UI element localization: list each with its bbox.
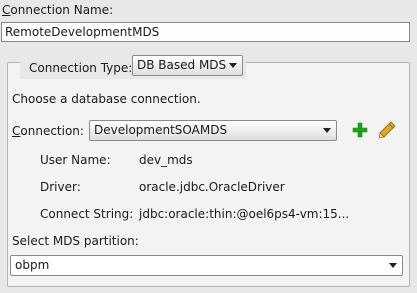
connection-label-rest: onnection: — [20, 124, 84, 138]
plus-icon[interactable] — [352, 122, 368, 138]
driver-label: Driver: — [40, 180, 81, 194]
pencil-icon[interactable] — [378, 121, 396, 139]
connection-type-label: Connection Type: — [29, 61, 133, 75]
connection-type-dropdown[interactable]: DB Based MDS — [132, 55, 243, 76]
connection-dropdown[interactable]: DevelopmentSOAMDS — [89, 120, 337, 141]
mds-partition-dropdown[interactable]: obpm — [10, 255, 403, 276]
connection-name-label: Connection Name: — [2, 3, 113, 17]
chevron-down-icon — [389, 263, 397, 268]
connection-label: Connection: — [12, 124, 84, 138]
connect-string-label: Connect String: — [40, 207, 134, 221]
connection-value: DevelopmentSOAMDS — [94, 123, 228, 137]
mds-partition-value: obpm — [15, 258, 50, 272]
connect-string-value: jdbc:oracle:thin:@oel6ps4-vm:15... — [139, 207, 350, 221]
driver-value: oracle.jdbc.OracleDriver — [139, 180, 285, 194]
chevron-down-icon — [229, 63, 237, 68]
chevron-down-icon — [323, 128, 331, 133]
connection-name-label-rest: onnection Name: — [10, 3, 114, 17]
connection-type-value: DB Based MDS — [137, 58, 227, 72]
choose-connection-text: Choose a database connection. — [12, 92, 201, 106]
connection-name-input[interactable]: RemoteDevelopmentMDS — [1, 22, 410, 42]
mds-partition-label: Select MDS partition: — [12, 234, 139, 248]
user-name-label: User Name: — [40, 153, 111, 167]
user-name-value: dev_mds — [139, 153, 193, 167]
